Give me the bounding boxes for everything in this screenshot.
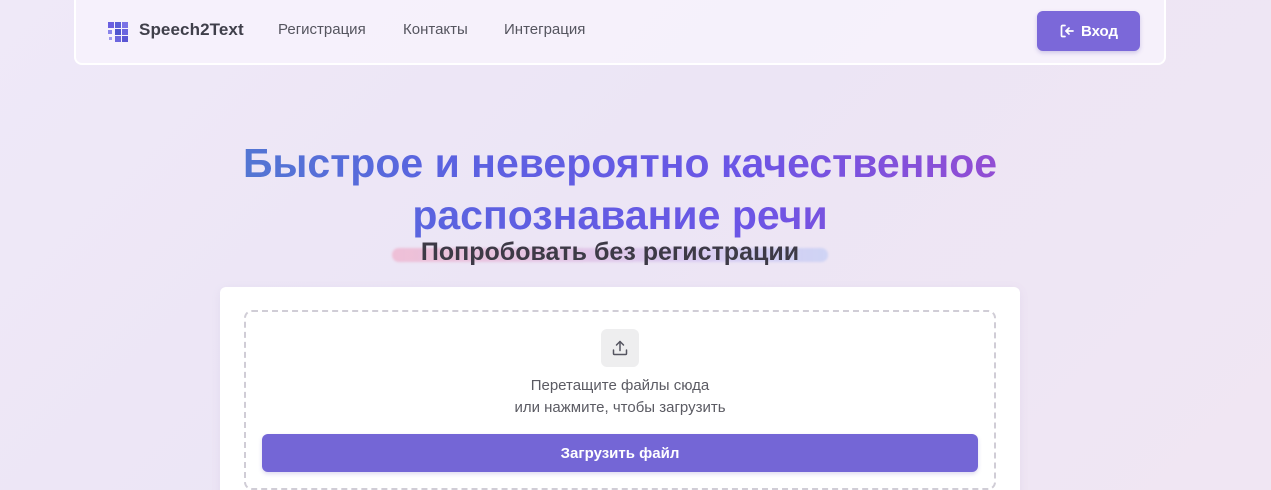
login-icon <box>1059 23 1075 39</box>
hero-title-line-2: распознавание речи <box>412 192 828 239</box>
drop-instruction-line-1: Перетащите файлы сюда <box>530 377 710 394</box>
hero-title: Быстрое и невероятно качественное распоз… <box>0 137 1240 241</box>
login-label: Вход <box>1080 22 1119 40</box>
file-dropzone[interactable]: Перетащите файлы сюда или нажмите, чтобы… <box>244 310 996 490</box>
hero-title-line-1: Быстрое и невероятно качественное <box>242 140 998 187</box>
subtitle-block: Попробовать без регистрации <box>392 236 828 270</box>
upload-icon <box>601 329 639 367</box>
nav-link-integration[interactable]: Интеграция <box>504 21 585 38</box>
subtitle: Попробовать без регистрации <box>420 238 800 266</box>
brand-name[interactable]: Speech2Text <box>139 20 244 40</box>
login-button[interactable]: Вход <box>1037 11 1140 51</box>
nav-link-registration[interactable]: Регистрация <box>278 21 366 38</box>
upload-file-button[interactable]: Загрузить файл <box>262 434 978 472</box>
upload-card: Перетащите файлы сюда или нажмите, чтобы… <box>220 287 1020 490</box>
top-navbar: Speech2Text Регистрация Контакты Интегра… <box>74 0 1166 65</box>
drop-instruction-line-2: или нажмите, чтобы загрузить <box>514 399 726 416</box>
nav-link-contacts[interactable]: Контакты <box>403 21 468 38</box>
grid-logo-icon[interactable] <box>106 20 130 44</box>
